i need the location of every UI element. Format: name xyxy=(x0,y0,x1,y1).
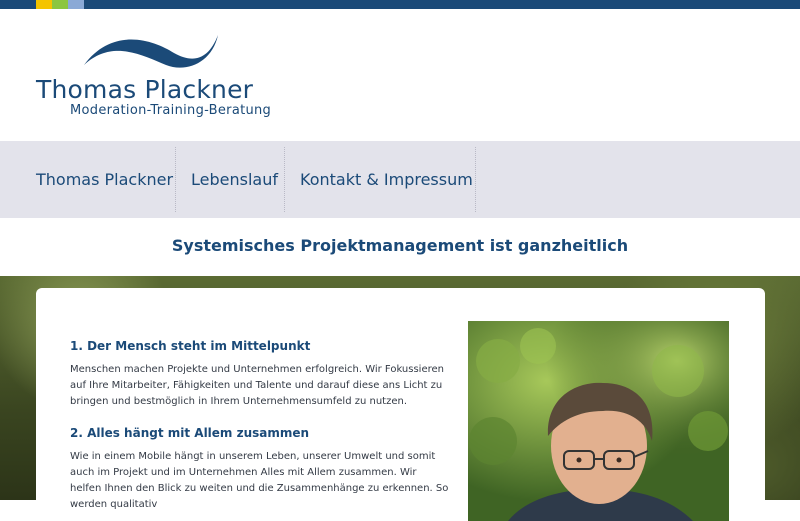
wave-logo-icon xyxy=(84,35,218,68)
article-text: 1. Der Mensch steht im Mittelpunkt Mensc… xyxy=(70,338,450,513)
page-title: Systemisches Projektmanagement ist ganzh… xyxy=(171,236,629,255)
logo-name: Thomas Plackner xyxy=(36,75,254,104)
section-text-2: Wie in einem Mobile hängt in unserem Leb… xyxy=(70,451,449,510)
nav-divider xyxy=(175,147,176,212)
site-header: Thomas Plackner Moderation-Training-Bera… xyxy=(0,9,800,141)
nav-divider xyxy=(284,147,285,212)
portrait-photo xyxy=(468,321,729,521)
main-navigation: Thomas Plackner Lebenslauf Kontakt & Imp… xyxy=(0,141,800,218)
nav-item-thomas-plackner[interactable]: Thomas Plackner xyxy=(36,141,173,218)
site-logo[interactable]: Thomas Plackner Moderation-Training-Bera… xyxy=(36,33,286,128)
content-card: 1. Der Mensch steht im Mittelpunkt Mensc… xyxy=(36,288,765,521)
nav-item-lebenslauf[interactable]: Lebenslauf xyxy=(191,141,278,218)
nav-divider xyxy=(475,147,476,212)
accent-square-blue xyxy=(68,0,84,9)
section-text-1: Menschen machen Projekte und Unternehmen… xyxy=(70,364,444,407)
portrait-photo-graphic xyxy=(468,321,729,521)
accent-square-yellow xyxy=(36,0,52,9)
nav-item-kontakt-impressum[interactable]: Kontakt & Impressum xyxy=(300,141,473,218)
logo-tagline: Moderation-Training-Beratung xyxy=(70,103,272,118)
section-heading-1: 1. Der Mensch steht im Mittelpunkt xyxy=(70,339,311,353)
accent-square-green xyxy=(52,0,68,9)
top-accent-bar xyxy=(0,0,800,9)
section-heading-2: 2. Alles hängt mit Allem zusammen xyxy=(70,426,310,440)
